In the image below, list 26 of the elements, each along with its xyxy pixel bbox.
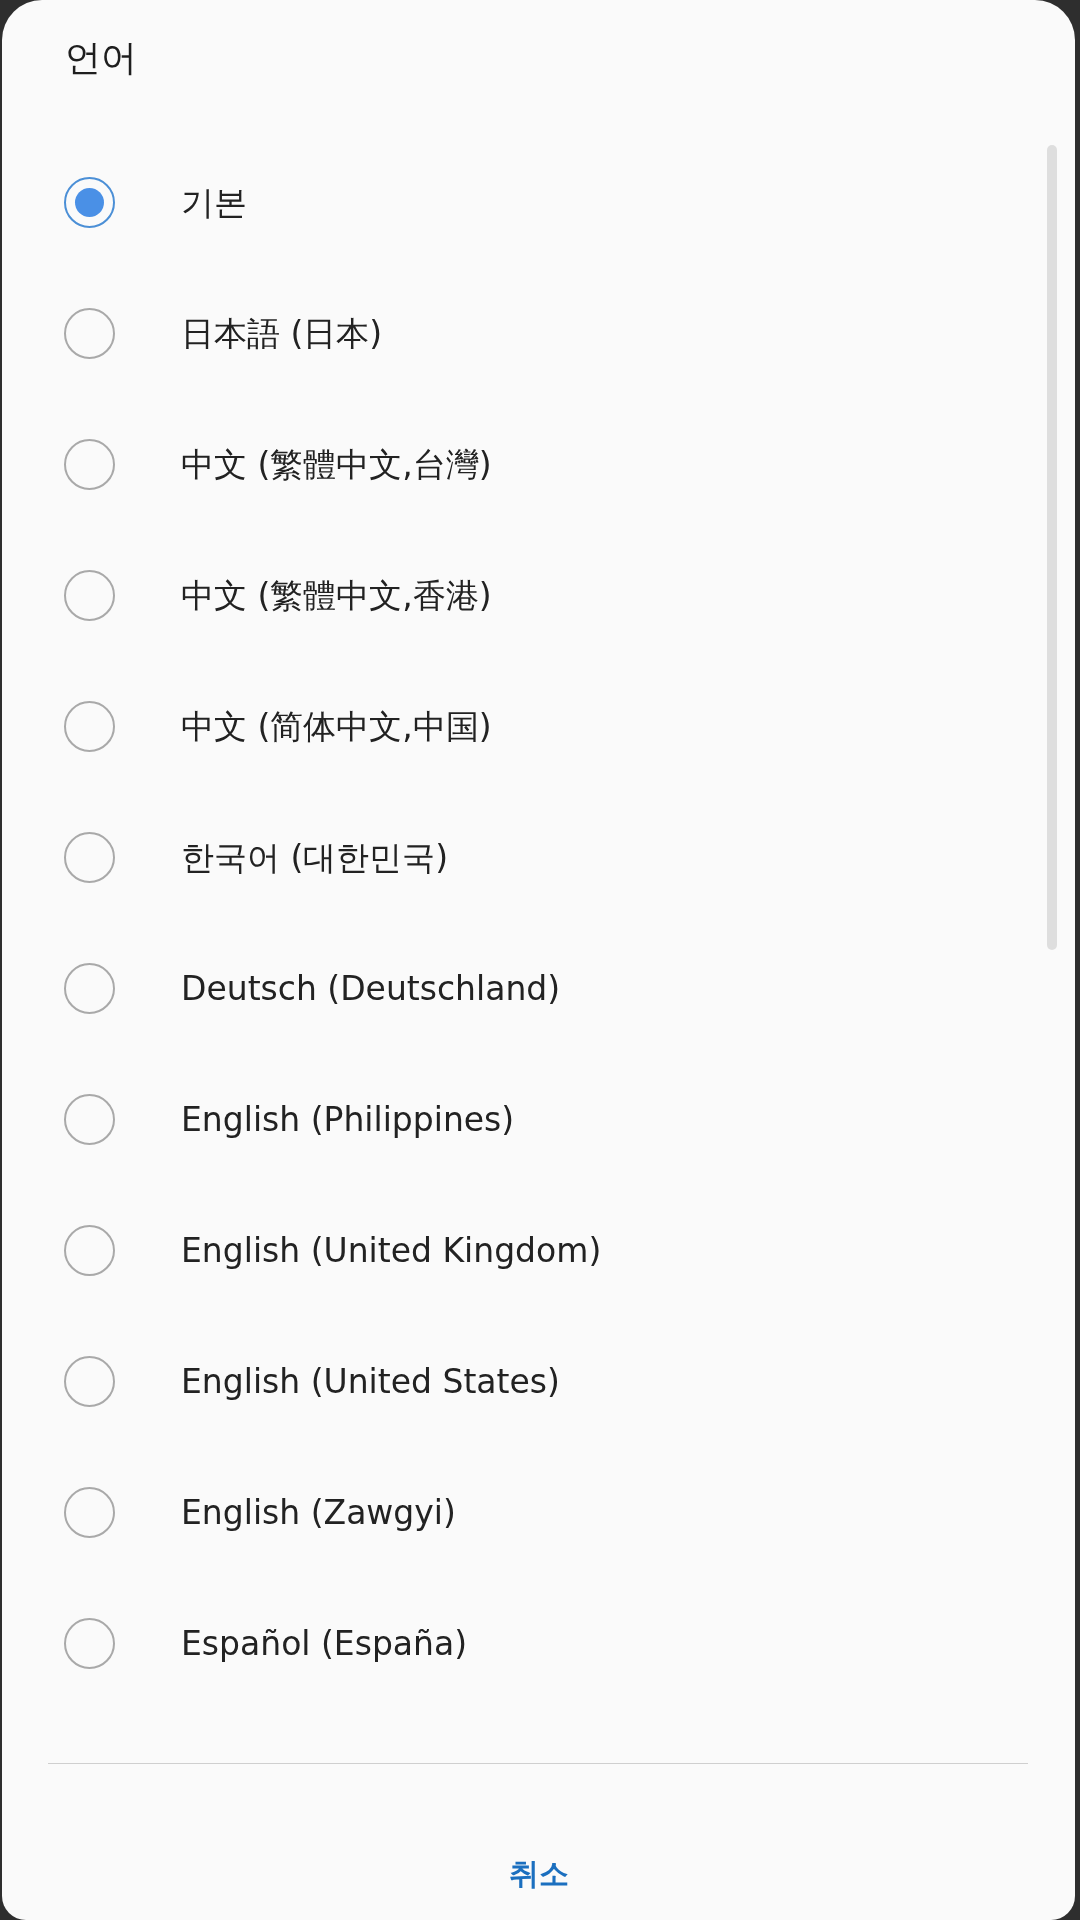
cancel-button[interactable]: 취소 (468, 1842, 609, 1906)
radio-button[interactable] (64, 439, 115, 490)
language-label[interactable]: 中文 (繁體中文,台灣) (181, 444, 492, 485)
radio-button[interactable] (64, 832, 115, 883)
language-label[interactable]: 中文 (简体中文,中国) (181, 706, 492, 747)
radio-button[interactable] (64, 1094, 115, 1145)
radio-button[interactable] (64, 1618, 115, 1669)
radio-button[interactable] (64, 1487, 115, 1538)
language-label[interactable]: 기본 (181, 182, 247, 223)
radio-button[interactable] (64, 963, 115, 1014)
language-label[interactable]: English (United Kingdom) (181, 1230, 602, 1271)
radio-button[interactable] (64, 308, 115, 359)
language-label[interactable]: English (Philippines) (181, 1099, 515, 1140)
radio-button[interactable] (64, 1225, 115, 1276)
radio-button[interactable] (64, 177, 115, 228)
dialog-title: 언어 (65, 36, 137, 80)
radio-button[interactable] (64, 701, 115, 752)
language-label[interactable]: 한국어 (대한민국) (181, 837, 449, 878)
language-label[interactable]: 中文 (繁體中文,香港) (181, 575, 492, 616)
radio-button[interactable] (64, 570, 115, 621)
language-label[interactable]: 日本語 (日本) (181, 313, 383, 354)
radio-button[interactable] (64, 1356, 115, 1407)
language-label[interactable]: Español (España) (181, 1623, 468, 1664)
language-label[interactable]: English (Zawgyi) (181, 1492, 456, 1533)
language-label[interactable]: Deutsch (Deutschland) (181, 968, 561, 1009)
language-label[interactable]: English (United States) (181, 1361, 560, 1402)
